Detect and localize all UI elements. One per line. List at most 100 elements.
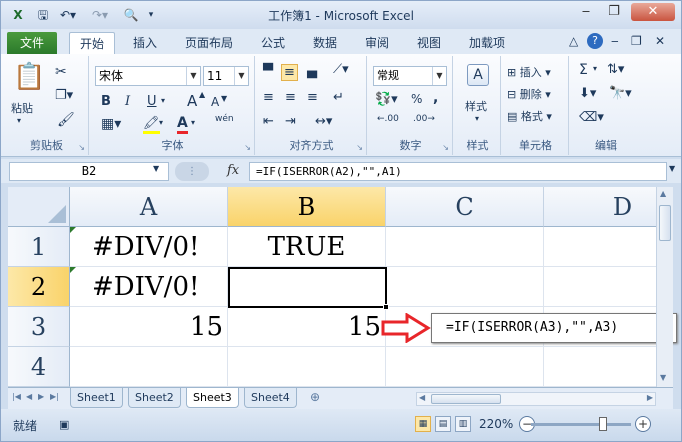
number-format-combo[interactable]: 常规 ▼ (373, 66, 447, 86)
minimize-button[interactable]: ‒ (573, 3, 599, 21)
tab-formulas[interactable]: 公式 (251, 32, 295, 54)
cut-icon[interactable]: ✂ (55, 64, 67, 80)
new-sheet-icon[interactable]: ⊕ (310, 390, 320, 404)
align-top-icon[interactable]: ▀ (263, 64, 273, 79)
tab-review[interactable]: 审阅 (355, 32, 399, 54)
increase-indent-icon[interactable]: ⇥ (285, 114, 296, 129)
fill-handle[interactable] (383, 304, 389, 310)
workbook-close-icon[interactable]: ✕ (655, 34, 665, 48)
column-header-c[interactable]: C (386, 187, 544, 227)
tab-addins[interactable]: 加载项 (459, 32, 515, 54)
row-header-3[interactable]: 3 (8, 307, 70, 347)
cell-d1[interactable] (544, 227, 656, 267)
grow-font-button[interactable]: A (187, 92, 197, 110)
find-select-icon[interactable]: 🔭▾ (609, 86, 632, 101)
format-cells-button[interactable]: ▤ 格式 ▾ (507, 108, 552, 124)
paste-dropdown-icon[interactable]: ▾ (17, 116, 21, 125)
font-name-combo[interactable]: 宋体 ▼ (95, 66, 201, 86)
font-color-dropdown-icon[interactable]: ▾ (191, 118, 195, 127)
help-icon[interactable]: ? (587, 33, 603, 49)
cell-d4[interactable] (544, 347, 656, 387)
cell-c2[interactable] (386, 267, 544, 307)
increase-decimal-button[interactable]: ←.00 (377, 114, 399, 124)
merge-cells-icon[interactable]: ↔▾ (315, 114, 332, 129)
select-all-button[interactable] (8, 187, 70, 227)
zoom-in-button[interactable]: + (635, 416, 651, 432)
format-painter-icon[interactable]: 🖌 (57, 112, 75, 128)
phonetic-button[interactable]: wén (215, 114, 234, 124)
formula-bar-expand-handle[interactable]: ⋮ (175, 162, 209, 181)
shrink-font-button[interactable]: A (211, 95, 219, 109)
sort-filter-icon[interactable]: ⇅▾ (607, 62, 624, 77)
fill-color-dropdown-icon[interactable]: ▾ (159, 118, 163, 127)
formula-input[interactable]: =IF(ISERROR(A2),"",A1) (249, 162, 667, 181)
underline-button[interactable]: U (147, 94, 157, 109)
paste-button[interactable]: 粘贴 (11, 100, 33, 116)
underline-dropdown-icon[interactable]: ▾ (161, 96, 165, 105)
formula-bar-expand-icon[interactable]: ▼ (669, 164, 675, 173)
name-box[interactable]: B2 (9, 162, 169, 181)
cell-a2[interactable]: #DIV/0! (70, 267, 228, 307)
cell-styles-icon[interactable]: A (467, 64, 489, 86)
row-header-4[interactable]: 4 (8, 347, 70, 387)
wrap-text-icon[interactable]: ↵ (333, 90, 344, 105)
close-button[interactable]: ✕ (631, 3, 675, 21)
first-sheet-icon[interactable]: |◀ (12, 392, 21, 401)
vertical-scroll-thumb[interactable] (659, 205, 671, 241)
tab-file[interactable]: 文件 (7, 32, 57, 54)
cell-b1[interactable]: TRUE (228, 227, 386, 267)
cell-a3[interactable]: 15 (70, 307, 228, 347)
sheet-tab-sheet2[interactable]: Sheet2 (128, 388, 181, 408)
dropdown-arrow-icon[interactable]: ▼ (234, 67, 248, 85)
sheet-tab-sheet4[interactable]: Sheet4 (244, 388, 297, 408)
fill-color-icon[interactable]: 🖍 (143, 116, 160, 134)
maximize-button[interactable]: ❐ (601, 3, 627, 21)
name-box-dropdown-icon[interactable]: ▼ (153, 164, 159, 173)
autosum-dropdown-icon[interactable]: ▾ (593, 64, 597, 73)
workbook-restore-icon[interactable]: ❐ (631, 34, 642, 48)
zoom-slider-track[interactable] (531, 423, 631, 426)
tab-home[interactable]: 开始 (69, 32, 116, 54)
cell-c1[interactable] (386, 227, 544, 267)
sheet-tab-sheet1[interactable]: Sheet1 (70, 388, 123, 408)
tab-insert[interactable]: 插入 (123, 32, 167, 54)
cell-d2[interactable] (544, 267, 656, 307)
dropdown-arrow-icon[interactable]: ▼ (432, 67, 446, 85)
macro-record-icon[interactable]: ▣ (59, 418, 69, 431)
worksheet-grid[interactable]: A B C D 1 2 3 4 #DIV/0! TRUE #DIV/0! 15 … (8, 187, 656, 387)
borders-icon[interactable]: ▦▾ (101, 116, 121, 132)
sheet-tab-sheet3[interactable]: Sheet3 (186, 388, 239, 408)
zoom-slider-thumb[interactable] (599, 417, 607, 431)
delete-cells-button[interactable]: ⊟ 删除 ▾ (507, 86, 551, 102)
cell-c4[interactable] (386, 347, 544, 387)
tab-page-layout[interactable]: 页面布局 (175, 32, 243, 54)
prev-sheet-icon[interactable]: ◀ (26, 392, 32, 401)
align-left-icon[interactable]: ≡ (263, 90, 274, 105)
vertical-scrollbar[interactable]: ▲ ▼ (656, 187, 673, 387)
scroll-up-icon[interactable]: ▲ (660, 189, 666, 198)
row-header-2[interactable]: 2 (8, 267, 70, 307)
cell-a4[interactable] (70, 347, 228, 387)
percent-button[interactable]: % (411, 92, 422, 106)
dialog-launcher-icon[interactable]: ↘ (356, 143, 363, 152)
bold-button[interactable]: B (101, 94, 111, 109)
scroll-right-icon[interactable]: ▶ (647, 393, 653, 402)
align-bottom-icon[interactable]: ▄ (307, 64, 317, 79)
tab-view[interactable]: 视图 (407, 32, 451, 54)
insert-function-button[interactable]: fx (227, 163, 239, 178)
next-sheet-icon[interactable]: ▶ (38, 392, 44, 401)
dropdown-arrow-icon[interactable]: ▼ (186, 67, 200, 85)
tab-data[interactable]: 数据 (303, 32, 347, 54)
row-header-1[interactable]: 1 (8, 227, 70, 267)
accounting-format-icon[interactable]: 💱▾ (375, 92, 398, 107)
normal-view-icon[interactable]: ▦ (415, 416, 431, 432)
styles-dropdown-icon[interactable]: ▾ (475, 114, 479, 123)
last-sheet-icon[interactable]: ▶| (50, 392, 59, 401)
text-direction-icon[interactable]: ⟋▾ (333, 62, 349, 77)
column-header-d[interactable]: D (544, 187, 656, 227)
align-center-icon[interactable]: ≡ (285, 90, 296, 105)
align-right-icon[interactable]: ≡ (307, 90, 318, 105)
dialog-launcher-icon[interactable]: ↘ (78, 143, 85, 152)
clear-icon[interactable]: ⌫▾ (579, 110, 604, 125)
decrease-indent-icon[interactable]: ⇤ (263, 114, 274, 129)
